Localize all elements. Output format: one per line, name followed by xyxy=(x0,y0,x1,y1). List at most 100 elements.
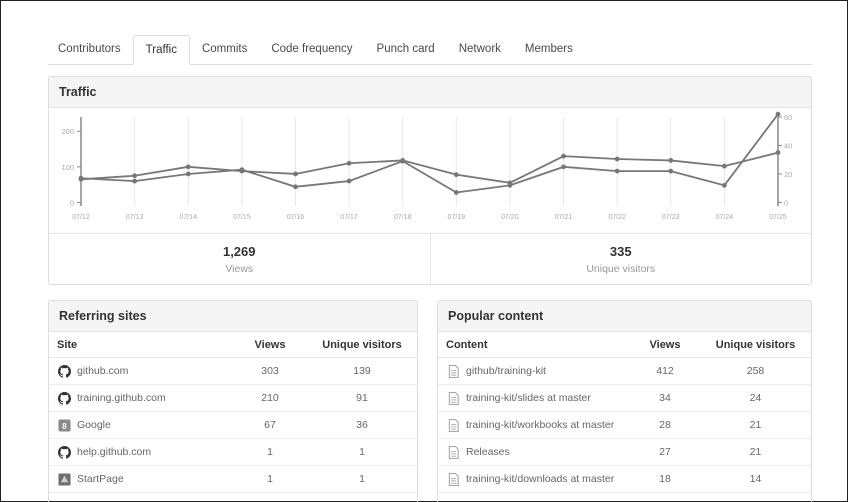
row-link[interactable]: training-kit/workbooks at master xyxy=(466,419,614,431)
file-icon xyxy=(446,364,460,378)
row-name-cell: help.github.com xyxy=(49,445,233,459)
github-icon xyxy=(57,391,71,405)
row-name-cell: training-kit/workbooks at master xyxy=(438,418,630,432)
series-point-1 xyxy=(185,164,191,170)
popular-content-title: Popular content xyxy=(438,301,811,332)
series-point-1 xyxy=(453,172,459,178)
row-uniques: 36 xyxy=(356,419,368,431)
row-name-cell: 8 Google xyxy=(49,418,233,432)
x-tick-label: 07/24 xyxy=(716,214,734,221)
series-point-2 xyxy=(614,168,620,174)
tab-contributors[interactable]: Contributors xyxy=(48,35,133,64)
views-total-cell: 1,269 Views xyxy=(49,234,430,284)
y-tick-label-left: 100 xyxy=(61,163,74,172)
row-name-cell: StartPage xyxy=(49,472,233,486)
row-link[interactable]: help.github.com xyxy=(77,446,151,458)
series-point-2 xyxy=(561,164,566,170)
col-views: Views xyxy=(649,338,681,351)
table-row: training-kit/slides at master 34 24 xyxy=(438,385,811,412)
traffic-panel: Traffic 0 100 200 0 20 40 60 07/12 07/13 07/14 07/… xyxy=(48,76,812,285)
y-tick-label-left: 200 xyxy=(61,127,74,136)
referring-sites-title: Referring sites xyxy=(49,301,417,332)
table-row: help.github.com 1 1 xyxy=(49,439,417,466)
x-tick-label: 07/21 xyxy=(555,214,573,221)
series-point-1 xyxy=(775,150,781,155)
row-name-cell: Releases xyxy=(438,445,630,459)
x-tick-label: 07/23 xyxy=(662,214,680,221)
row-views: 34 xyxy=(659,392,671,404)
table-row: Releases 27 21 xyxy=(438,439,811,466)
tab-members[interactable]: Members xyxy=(513,35,585,64)
traffic-title: Traffic xyxy=(49,77,811,108)
row-link[interactable]: Releases xyxy=(466,446,510,458)
row-name-cell: training-kit/downloads at master xyxy=(438,472,630,486)
google-icon: 8 xyxy=(57,418,71,432)
table-row: training-kit/downloads at master 18 14 xyxy=(438,466,811,493)
y-tick-label-right: 60 xyxy=(784,113,792,122)
x-tick-label: 07/20 xyxy=(501,214,519,221)
row-uniques: 24 xyxy=(749,392,762,404)
x-tick-label: 07/19 xyxy=(448,214,466,221)
file-icon xyxy=(446,472,460,486)
table-row: StartPage 1 1 xyxy=(49,466,417,493)
x-tick-label: 07/15 xyxy=(233,214,251,221)
series-point-1 xyxy=(668,158,674,163)
x-tick-label: 07/14 xyxy=(179,214,197,221)
graph-tabs: Contributors Traffic Commits Code freque… xyxy=(48,35,812,65)
series-line-1 xyxy=(80,151,779,184)
row-link[interactable]: github/training-kit xyxy=(466,365,546,377)
tab-code-frequency[interactable]: Code frequency xyxy=(259,35,364,64)
x-tick-label: 07/22 xyxy=(608,214,626,221)
y-tick-label-left: 0 xyxy=(70,198,74,207)
referring-sites-header: Site Views Unique visitors xyxy=(49,332,417,358)
row-link[interactable]: training.github.com xyxy=(77,392,166,404)
row-link[interactable]: Google xyxy=(77,419,111,431)
tab-traffic[interactable]: Traffic xyxy=(132,35,190,65)
uniques-label: Unique visitors xyxy=(586,263,656,275)
row-link[interactable]: training-kit/downloads at master xyxy=(466,473,614,485)
y-tick-label-right: 40 xyxy=(784,141,792,150)
row-views: 27 xyxy=(659,446,671,458)
x-tick-label: 07/13 xyxy=(126,214,144,221)
row-views: 412 xyxy=(656,365,674,377)
row-name-cell: github/training-kit xyxy=(438,364,630,378)
series-point-2 xyxy=(507,182,513,188)
views-total: 1,269 xyxy=(222,244,256,259)
x-tick-label: 07/18 xyxy=(394,214,412,221)
series-point-2 xyxy=(132,178,138,184)
series-point-1 xyxy=(132,173,138,179)
y-tick-label-right: 20 xyxy=(784,170,792,179)
row-views: 303 xyxy=(261,365,279,377)
row-views: 210 xyxy=(261,392,279,404)
series-point-2 xyxy=(346,178,352,184)
popular-content-header: Content Views Unique visitors xyxy=(438,332,811,358)
series-point-2 xyxy=(239,167,245,173)
row-uniques: 139 xyxy=(353,365,371,377)
tab-punch-card[interactable]: Punch card xyxy=(365,35,447,64)
x-tick-label: 07/16 xyxy=(287,214,305,221)
x-tick-label: 07/12 xyxy=(72,214,90,221)
tab-commits[interactable]: Commits xyxy=(190,35,259,64)
table-row: github.com 303 139 xyxy=(49,358,417,385)
referring-sites-panel: Referring sites Site Views Unique visito… xyxy=(48,300,418,502)
row-uniques: 258 xyxy=(746,365,765,377)
col-content: Content xyxy=(446,338,488,351)
series-point-2 xyxy=(668,168,674,174)
row-name-cell: training-kit/slides at master xyxy=(438,391,630,405)
tab-network[interactable]: Network xyxy=(447,35,513,64)
row-uniques: 14 xyxy=(749,473,762,485)
row-link[interactable]: training-kit/slides at master xyxy=(466,392,591,404)
table-row: github/training-kit 412 258 xyxy=(438,358,811,385)
series-point-2 xyxy=(185,171,191,177)
series-point-2 xyxy=(453,190,459,195)
row-link[interactable]: github.com xyxy=(77,365,128,377)
row-link[interactable]: StartPage xyxy=(77,473,124,485)
series-point-1 xyxy=(614,156,620,162)
col-unique-visitors: Unique visitors xyxy=(322,338,402,351)
github-icon xyxy=(57,364,71,378)
table-row: training.github.com 210 91 xyxy=(49,385,417,412)
table-row: 8 Google 67 36 xyxy=(49,412,417,439)
series-point-2 xyxy=(293,184,298,190)
uniques-total: 335 xyxy=(609,244,632,259)
table-row: training-kit/workbooks at master 28 21 xyxy=(438,412,811,439)
